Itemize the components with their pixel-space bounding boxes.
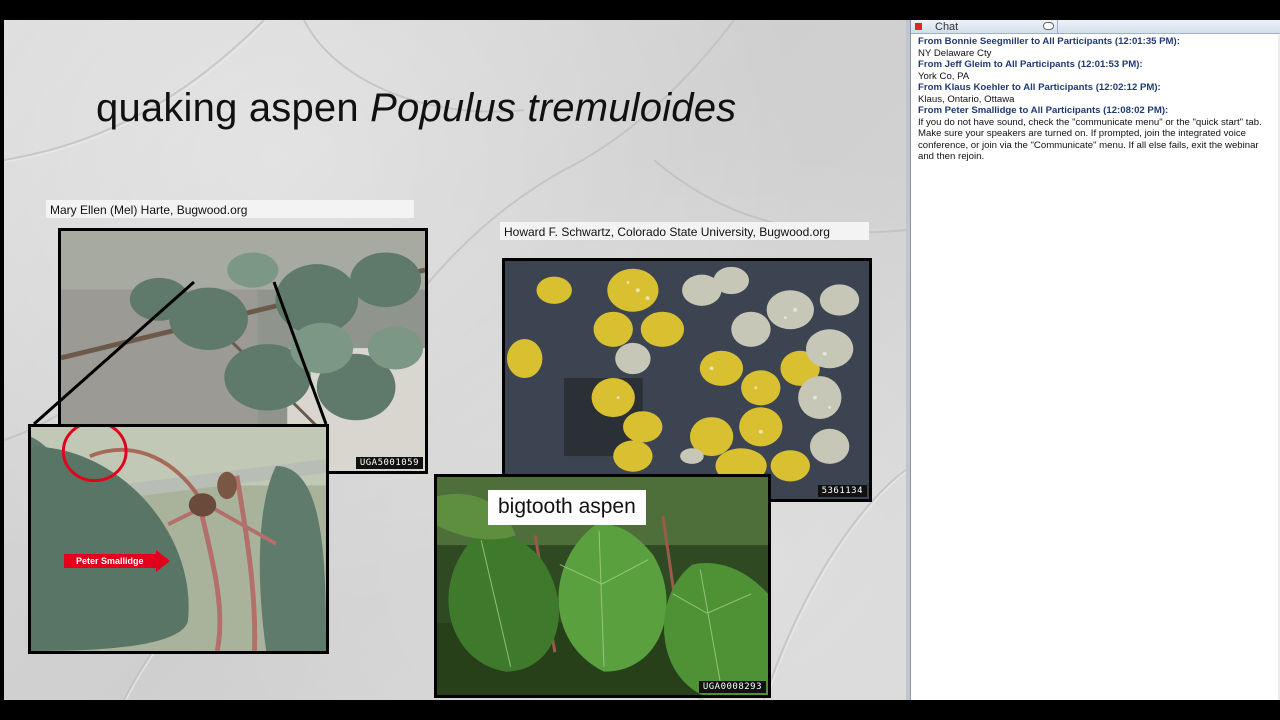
chat-message: From Jeff Gleim to All Participants (12:…	[918, 59, 1274, 82]
message-sender: From Bonnie Seegmiller to All Participan…	[918, 36, 1180, 47]
message-text: If you do not have sound, check the "com…	[918, 116, 1262, 163]
bigtooth-aspen-label: bigtooth aspen	[488, 490, 646, 525]
title-scientific-name: Populus tremuloides	[370, 86, 737, 130]
petiole-closeup-photo	[28, 424, 329, 654]
photo-id-tag: UGA0008293	[698, 681, 766, 693]
chat-message-list: From Bonnie Seegmiller to All Participan…	[911, 34, 1280, 163]
close-panel-icon[interactable]	[915, 23, 922, 30]
red-pointer-arrow: Peter Smallidge	[64, 550, 174, 572]
message-sender: From Peter Smallidge to All Participants…	[918, 105, 1169, 116]
arrow-label-text: Peter Smallidge	[64, 554, 156, 568]
header-separator	[1057, 20, 1058, 34]
message-sender: From Klaus Koehler to All Participants (…	[918, 82, 1161, 93]
chat-panel: Chat From Bonnie Seegmiller to All Parti…	[910, 20, 1280, 700]
photo-credit-right: Howard F. Schwartz, Colorado State Unive…	[500, 222, 869, 240]
chat-bubble-icon[interactable]	[1043, 22, 1054, 30]
chat-header: Chat	[911, 20, 1280, 34]
presentation-slide: quaking aspen Populus tremuloides Mary E…	[4, 20, 906, 700]
slide-title: quaking aspen Populus tremuloides	[96, 86, 736, 131]
chat-title: Chat	[935, 21, 959, 33]
message-sender: From Jeff Gleim to All Participants (12:…	[918, 59, 1143, 70]
message-text: NY Delaware Cty	[918, 47, 992, 59]
message-text: Klaus, Ontario, Ottawa	[918, 93, 1015, 105]
arrow-head	[156, 550, 170, 572]
message-text: York Co, PA	[918, 70, 970, 82]
fallen-aspen-leaves-photo: 5361134	[502, 258, 872, 502]
photo-id-tag: 5361134	[817, 485, 867, 497]
chat-message: From Bonnie Seegmiller to All Participan…	[918, 36, 1274, 59]
photo-credit-left: Mary Ellen (Mel) Harte, Bugwood.org	[46, 200, 414, 218]
chat-message: From Klaus Koehler to All Participants (…	[918, 82, 1274, 105]
title-common-name: quaking aspen	[96, 86, 359, 130]
chat-message: From Peter Smallidge to All Participants…	[918, 105, 1274, 163]
photo-id-tag: UGA5001059	[355, 457, 423, 469]
